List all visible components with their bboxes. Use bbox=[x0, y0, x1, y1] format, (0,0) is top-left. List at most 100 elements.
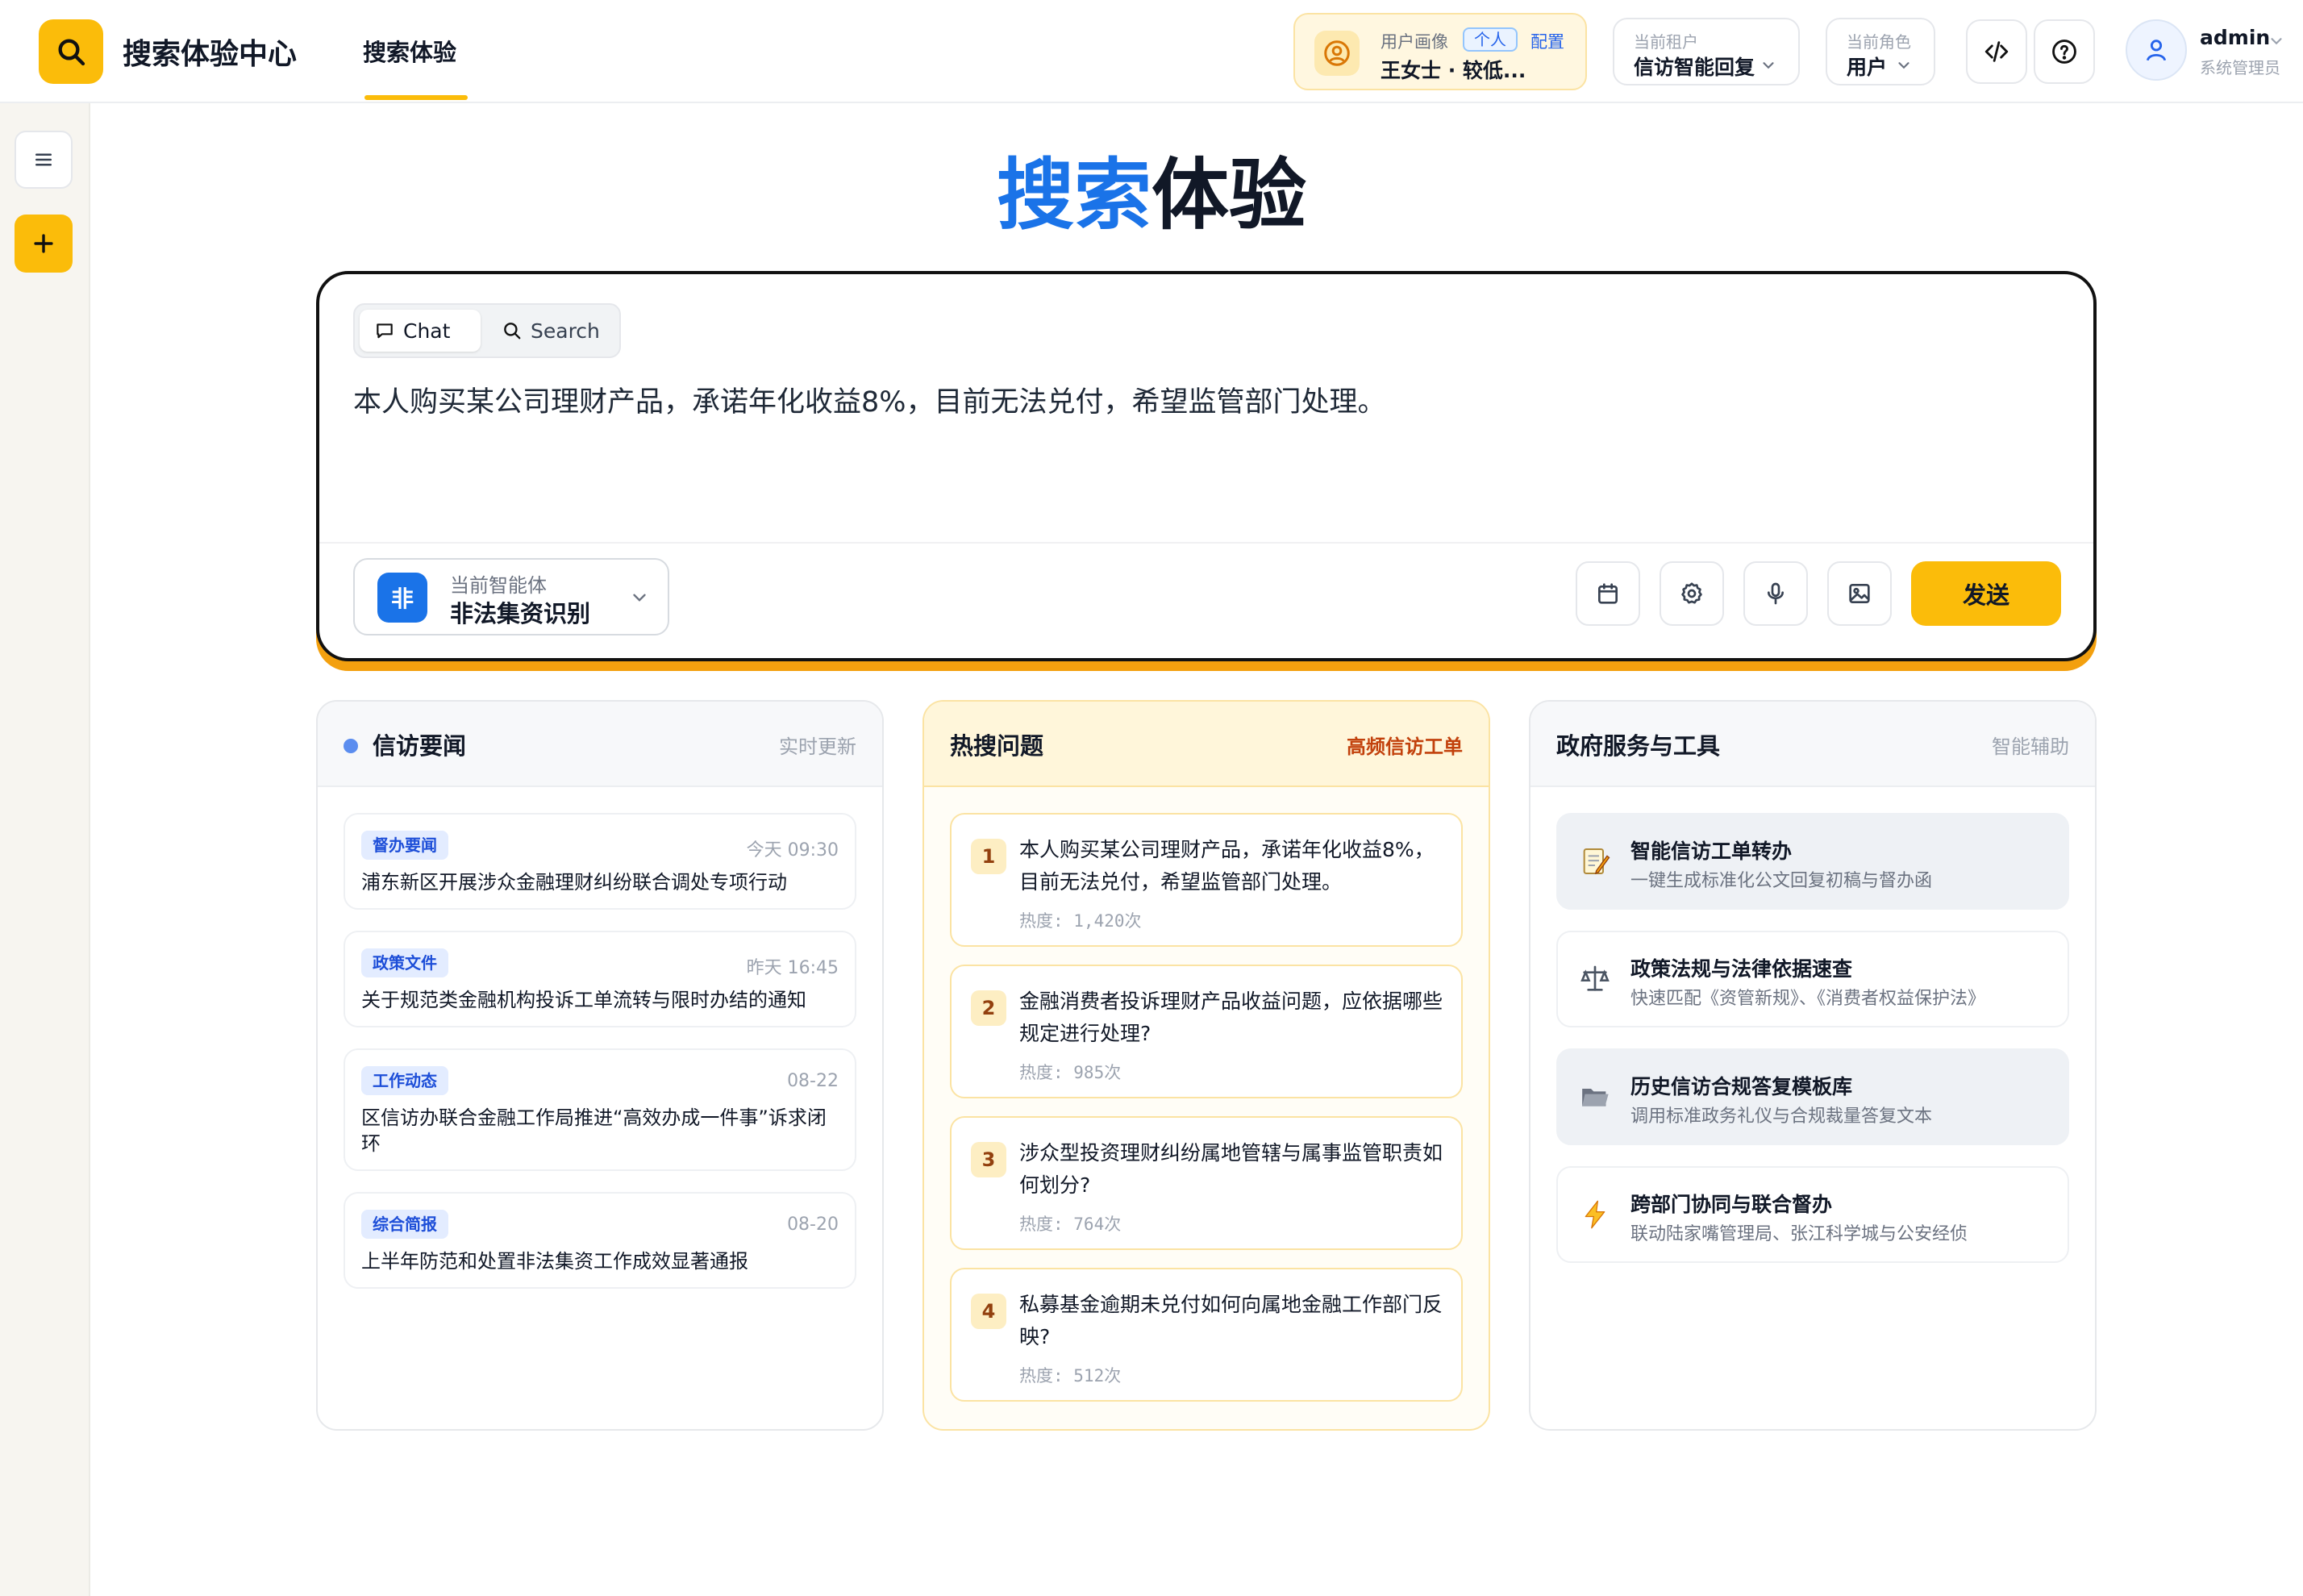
news-category-badge: 综合简报 bbox=[361, 1210, 448, 1239]
page-title: 搜索体验 bbox=[0, 150, 2303, 240]
agent-avatar: 非 bbox=[377, 573, 427, 623]
hot-count: 热度: 985次 bbox=[1019, 1063, 1122, 1082]
profile-type-badge: 个人 bbox=[1463, 27, 1518, 52]
tool-desc: 一键生成标准化公文回复初稿与督办函 bbox=[1630, 871, 1933, 891]
tool-name: 智能信访工单转办 bbox=[1630, 840, 1793, 863]
sidebar bbox=[0, 103, 90, 1596]
gear-icon bbox=[1681, 582, 1702, 604]
rank-badge: 3 bbox=[971, 1142, 1006, 1177]
page-title-highlight: 搜索 bbox=[997, 150, 1152, 240]
chevron-down-icon bbox=[633, 594, 646, 602]
top-bar: 搜索体验中心 搜索体验 用户画像 个人 配置 王女士 · 较低... 当前租户 … bbox=[0, 0, 2303, 103]
news-category-badge: 工作动态 bbox=[361, 1066, 448, 1095]
tools-panel-header: 政府服务与工具 智能辅助 bbox=[1530, 702, 2095, 787]
list-item[interactable]: 督办要闻 今天 09:30 浦东新区开展涉众金融理财纠纷联合调处专项行动 bbox=[344, 813, 856, 910]
user-profile-chip[interactable]: 用户画像 个人 配置 王女士 · 较低... bbox=[1293, 13, 1587, 90]
news-title: 关于规范类金融机构投诉工单流转与限时办结的通知 bbox=[361, 989, 806, 1011]
memo-icon bbox=[1577, 844, 1613, 879]
tool-desc: 联动陆家嘴管理局、张江科学城与公安经侦 bbox=[1630, 1224, 1968, 1244]
tools-panel-tag: 智能辅助 bbox=[1992, 735, 2069, 758]
profile-name: 王女士 · 较低... bbox=[1381, 59, 1526, 82]
news-panel-title: 信访要闻 bbox=[373, 732, 467, 760]
active-tab-indicator bbox=[364, 95, 468, 100]
chat-mode-button[interactable]: Chat bbox=[360, 310, 481, 352]
chevron-down-icon bbox=[1763, 62, 1774, 69]
hot-question-text: 私募基金逾期未兑付如何向属地金融工作部门反映? bbox=[1019, 1293, 1443, 1348]
live-indicator bbox=[344, 739, 358, 753]
list-item[interactable]: 3 涉众型投资理财纠纷属地管辖与属事监管职责如何划分? 热度: 764次 bbox=[950, 1116, 1463, 1250]
scales-icon bbox=[1577, 961, 1613, 997]
list-item[interactable]: 综合简报 08-20 上半年防范和处置非法集资工作成效显著通报 bbox=[344, 1192, 856, 1289]
tenant-select[interactable]: 当前租户 信访智能回复 bbox=[1613, 18, 1800, 85]
hot-question-text: 金融消费者投诉理财产品收益问题，应依据哪些规定进行处理? bbox=[1019, 990, 1443, 1045]
hot-question-text: 涉众型投资理财纠纷属地管辖与属事监管职责如何划分? bbox=[1019, 1141, 1443, 1197]
send-button[interactable]: 发送 bbox=[1911, 561, 2061, 626]
tools-panel-title: 政府服务与工具 bbox=[1556, 732, 1721, 760]
chevron-down-icon bbox=[1898, 62, 1909, 69]
tool-item-joint-supervision[interactable]: 跨部门协同与联合督办 联动陆家嘴管理局、张江科学城与公安经侦 bbox=[1556, 1166, 2069, 1263]
role-value: 用户 bbox=[1847, 56, 1888, 79]
tool-name: 政策法规与法律依据速查 bbox=[1630, 957, 1853, 981]
tool-item-template-library[interactable]: 历史信访合规答复模板库 调用标准政务礼仪与合规裁量答复文本 bbox=[1556, 1048, 2069, 1145]
microphone-icon bbox=[1768, 582, 1784, 605]
tool-name: 跨部门协同与联合督办 bbox=[1630, 1193, 1833, 1216]
list-item[interactable]: 2 金融消费者投诉理财产品收益问题，应依据哪些规定进行处理? 热度: 985次 bbox=[950, 965, 1463, 1098]
news-time: 今天 09:30 bbox=[746, 840, 839, 861]
calendar-icon bbox=[1598, 583, 1618, 604]
chat-mode-label: Chat bbox=[403, 319, 451, 343]
hot-question-text: 本人购买某公司理财产品，承诺年化收益8%，目前无法兑付，希望监管部门处理。 bbox=[1019, 838, 1435, 894]
profile-config-link[interactable]: 配置 bbox=[1530, 29, 1564, 53]
tab-search-experience[interactable]: 搜索体验 bbox=[363, 34, 456, 68]
voice-input-button[interactable] bbox=[1743, 561, 1808, 626]
news-panel-header: 信访要闻 实时更新 bbox=[318, 702, 882, 787]
user-icon bbox=[2146, 40, 2167, 61]
app-title: 搜索体验中心 bbox=[123, 38, 298, 71]
hot-count: 热度: 512次 bbox=[1019, 1366, 1122, 1386]
settings-button[interactable] bbox=[1660, 561, 1724, 626]
chevron-down-icon[interactable] bbox=[2268, 32, 2285, 50]
tenant-value: 信访智能回复 bbox=[1634, 56, 1755, 79]
help-icon bbox=[2052, 40, 2076, 64]
calendar-button[interactable] bbox=[1576, 561, 1640, 626]
page-title-rest: 体验 bbox=[1152, 150, 1306, 240]
avatar[interactable] bbox=[2126, 19, 2187, 81]
news-category-badge: 督办要闻 bbox=[361, 831, 448, 860]
news-time: 08-20 bbox=[787, 1215, 839, 1235]
tenant-label: 当前租户 bbox=[1634, 32, 1698, 52]
image-upload-button[interactable] bbox=[1827, 561, 1892, 626]
tool-desc: 快速匹配《资管新规》、《消费者权益保护法》 bbox=[1630, 989, 1986, 1009]
tool-item-policy-lookup[interactable]: 政策法规与法律依据速查 快速匹配《资管新规》、《消费者权益保护法》 bbox=[1556, 931, 2069, 1027]
gov-tools-panel: 政府服务与工具 智能辅助 智能信访工单转办 一键生成标准化公文回复初稿与督办函 … bbox=[1529, 700, 2097, 1431]
rank-badge: 4 bbox=[971, 1294, 1006, 1329]
tool-name: 历史信访合规答复模板库 bbox=[1630, 1075, 1853, 1098]
search-mode-button[interactable]: Search bbox=[487, 310, 616, 352]
query-input[interactable]: 本人购买某公司理财产品，承诺年化收益8%，目前无法兑付，希望监管部门处理。 bbox=[353, 379, 1386, 420]
rank-badge: 1 bbox=[971, 839, 1006, 874]
rank-badge: 2 bbox=[971, 990, 1006, 1026]
hot-panel-tag: 高频信访工单 bbox=[1347, 735, 1463, 758]
divider bbox=[319, 542, 2093, 544]
list-item[interactable]: 4 私募基金逾期未兑付如何向属地金融工作部门反映? 热度: 512次 bbox=[950, 1268, 1463, 1402]
agent-name: 非法集资识别 bbox=[450, 600, 591, 627]
developer-code-button[interactable] bbox=[1966, 19, 2027, 84]
logo-search-icon[interactable] bbox=[39, 19, 103, 84]
news-title: 上半年防范和处置非法集资工作成效显著通报 bbox=[361, 1250, 748, 1273]
list-item[interactable]: 政策文件 昨天 16:45 关于规范类金融机构投诉工单流转与限时办结的通知 bbox=[344, 931, 856, 1027]
news-time: 昨天 16:45 bbox=[746, 958, 839, 978]
hot-count: 热度: 1,420次 bbox=[1019, 911, 1142, 931]
hot-panel-header: 热搜问题 高频信访工单 bbox=[924, 702, 1489, 787]
user-name[interactable]: admin bbox=[2200, 26, 2270, 49]
list-item[interactable]: 工作动态 08-22 区信访办联合金融工作局推进“高效办成一件事”诉求闭环 bbox=[344, 1048, 856, 1171]
tool-item-work-order-transfer[interactable]: 智能信访工单转办 一键生成标准化公文回复初稿与督办函 bbox=[1556, 813, 2069, 910]
role-label: 当前角色 bbox=[1847, 32, 1911, 52]
news-panel-tag: 实时更新 bbox=[779, 735, 856, 758]
tool-desc: 调用标准政务礼仪与合规裁量答复文本 bbox=[1630, 1106, 1933, 1127]
image-icon bbox=[1849, 584, 1870, 603]
list-item[interactable]: 1 本人购买某公司理财产品，承诺年化收益8%，目前无法兑付，希望监管部门处理。 … bbox=[950, 813, 1463, 947]
hot-count: 热度: 764次 bbox=[1019, 1215, 1122, 1234]
hot-questions-panel: 热搜问题 高频信访工单 1 本人购买某公司理财产品，承诺年化收益8%，目前无法兑… bbox=[922, 700, 1490, 1431]
news-title: 区信访办联合金融工作局推进“高效办成一件事”诉求闭环 bbox=[361, 1106, 827, 1155]
agent-select[interactable]: 非 当前智能体 非法集资识别 bbox=[353, 558, 669, 635]
role-select[interactable]: 当前角色 用户 bbox=[1826, 18, 1935, 85]
help-button[interactable] bbox=[2034, 19, 2095, 84]
